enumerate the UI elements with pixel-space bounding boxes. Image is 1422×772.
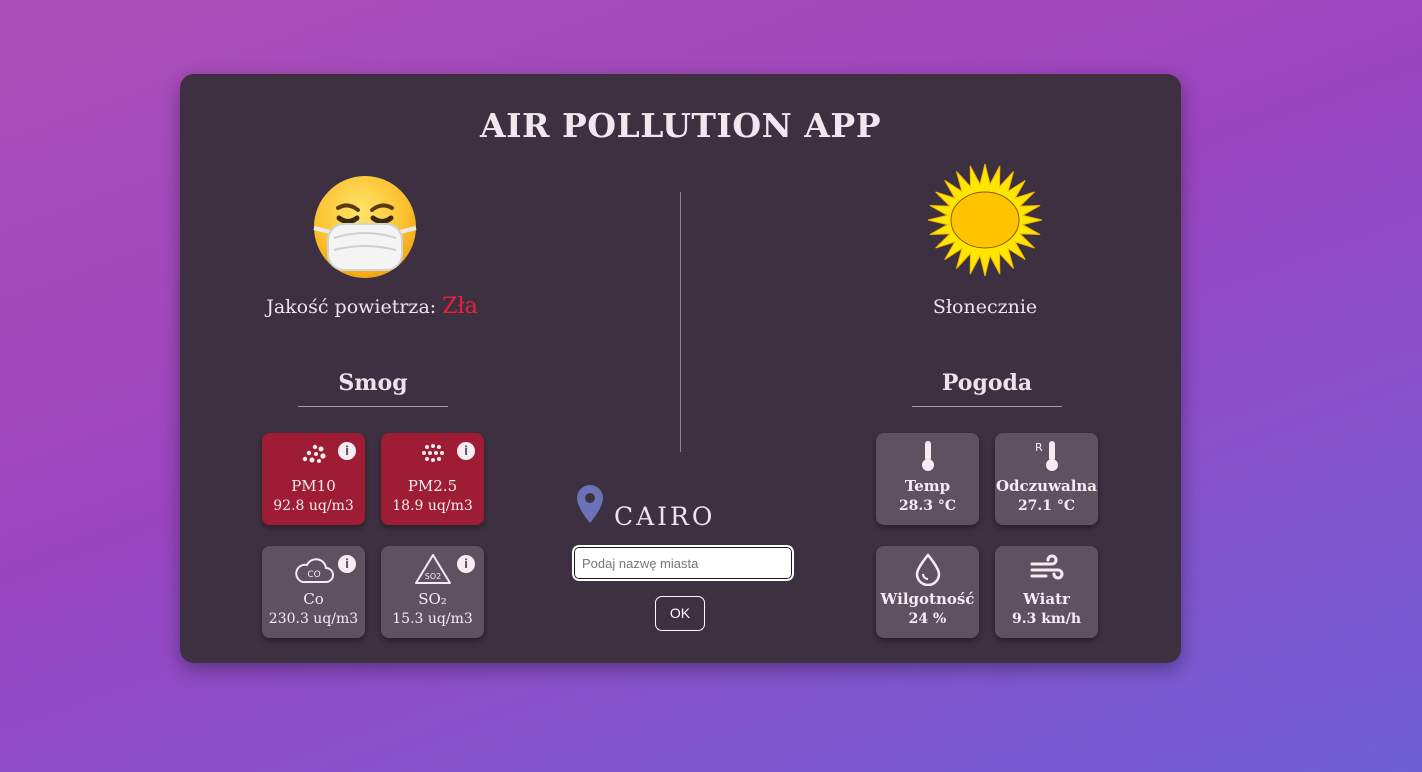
tile-label: PM2.5	[407, 477, 458, 495]
weather-description: Słonecznie	[932, 296, 1038, 318]
vertical-divider	[680, 192, 681, 452]
app-card: AIR POLLUTION APP Jakość powietrza: Zła …	[180, 74, 1181, 663]
so2-warning-icon: SO2	[414, 554, 451, 584]
city-search-input[interactable]	[571, 544, 795, 582]
particles-icon	[302, 444, 326, 463]
feels-like-thermometer-icon: R	[1035, 441, 1058, 471]
ok-button[interactable]: OK	[655, 596, 705, 631]
tile-value: 27.1 °C	[1017, 498, 1076, 514]
tile-label: Wiatr	[1023, 590, 1070, 608]
fine-particles-icon	[421, 444, 444, 462]
tile-value: 92.8 uq/m3	[273, 498, 354, 514]
pm10-tile: i PM10 92.8 uq/m3	[262, 433, 365, 525]
tile-value: 18.9 uq/m3	[392, 498, 473, 514]
humidity-tile: Wilgotność 24 %	[876, 546, 979, 638]
tile-value: 230.3 uq/m3	[268, 611, 359, 627]
air-quality-label: Jakość powietrza:	[266, 296, 437, 318]
co-tile: CO i Co 230.3 uq/m3	[262, 546, 365, 638]
tile-label: Wilgotność	[880, 590, 975, 608]
humidity-drop-icon	[915, 553, 940, 586]
location-display: CAIRO	[576, 482, 786, 531]
tile-value: 24 %	[908, 611, 947, 627]
wind-icon	[1030, 554, 1063, 580]
thermometer-icon	[921, 441, 934, 471]
feels-like-icon-text: R	[1035, 441, 1043, 454]
tile-label: Co	[303, 590, 324, 608]
air-quality-value: Zła	[442, 294, 478, 319]
so2-icon-text: SO2	[424, 572, 440, 581]
co-icon-text: CO	[307, 570, 320, 580]
pm25-tile: i PM2.5 18.9 uq/m3	[381, 433, 484, 525]
sun-icon	[927, 163, 1043, 277]
info-icon[interactable]: i	[457, 442, 475, 460]
info-icon[interactable]: i	[338, 442, 356, 460]
wind-tile: Wiatr 9.3 km/h	[995, 546, 1098, 638]
info-icon[interactable]: i	[338, 555, 356, 573]
face-with-medical-mask-icon	[313, 176, 417, 278]
feels-like-tile: R Odczuwalna 27.1 °C	[995, 433, 1098, 525]
co-cloud-icon: CO	[294, 558, 334, 583]
tile-label: Odczuwalna	[995, 477, 1098, 495]
air-quality-line: Jakość powietrza: Zła	[262, 294, 482, 319]
temp-tile: Temp 28.3 °C	[876, 433, 979, 525]
tile-label: PM10	[291, 477, 336, 495]
info-icon[interactable]: i	[457, 555, 475, 573]
city-name: CAIRO	[614, 502, 716, 531]
app-title: AIR POLLUTION APP	[479, 106, 882, 145]
tile-value: 15.3 uq/m3	[392, 611, 473, 627]
smog-heading: Smog	[298, 370, 448, 407]
location-pin-icon	[577, 485, 603, 523]
weather-heading: Pogoda	[912, 370, 1062, 407]
so2-tile: SO2 i SO₂ 15.3 uq/m3	[381, 546, 484, 638]
tile-value: 9.3 km/h	[1011, 611, 1082, 627]
tile-value: 28.3 °C	[898, 498, 957, 514]
tile-label: SO₂	[418, 590, 447, 608]
tile-label: Temp	[904, 477, 951, 495]
